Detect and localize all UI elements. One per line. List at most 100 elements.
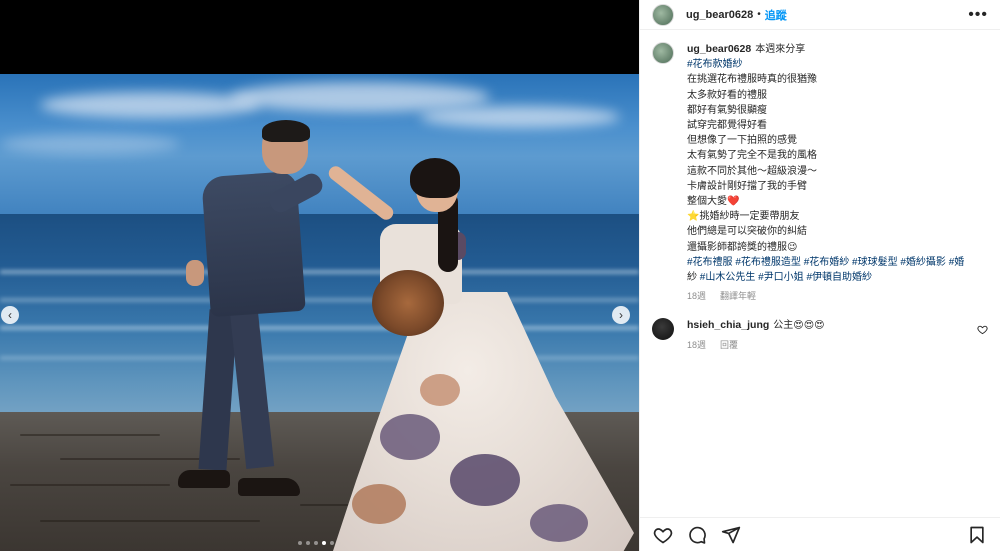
post-sidebar: ug_bear0628 • 追蹤 ••• ug_bear0628 本週來分享 #花… xyxy=(639,0,1000,551)
caption-line: 整個大愛❤️ xyxy=(687,194,964,209)
caption-line: #花布款婚紗 xyxy=(687,57,964,72)
carousel-indicator xyxy=(298,541,334,545)
caption: ug_bear0628 本週來分享 #花布款婚紗在挑選花布禮服時真的很猶豫 太多款好… xyxy=(652,42,988,304)
caption-line: 試穿完都覺得好看 xyxy=(687,118,964,133)
post-photo xyxy=(0,74,639,551)
groom-shoe xyxy=(238,478,300,496)
hashtag-link[interactable]: #花布婚紗 xyxy=(804,257,850,268)
post-header: ug_bear0628 • 追蹤 ••• xyxy=(640,0,1000,30)
hashtag-link[interactable]: #尹口小姐 xyxy=(758,272,804,283)
hashtag-link[interactable]: #花布禮服 xyxy=(687,257,733,268)
author-username[interactable]: ug_bear0628 xyxy=(686,9,753,21)
cloud xyxy=(0,134,180,154)
caption-text: #花布款婚紗在挑選花布禮服時真的很猶豫 太多款好看的禮服都好有氣勢很顯瘦 試穿完都覺… xyxy=(687,57,964,285)
translate-button[interactable]: 翻譯年輕 xyxy=(720,289,756,304)
caption-text-span: 卡膚設計剛好擋了我的手臂 xyxy=(687,180,807,192)
carousel-dot xyxy=(322,541,326,545)
caption-line: 都好有氣勢很顯瘦 xyxy=(687,103,964,118)
avatar[interactable] xyxy=(652,3,674,26)
caption-text-span: 在挑選花布禮服時真的很猶豫 xyxy=(687,74,817,86)
avatar[interactable] xyxy=(652,42,674,64)
sand-ripple xyxy=(20,434,160,436)
sand-ripple xyxy=(10,484,170,486)
bride-hair xyxy=(410,158,460,198)
carousel-dot xyxy=(298,541,302,545)
wave xyxy=(0,298,639,302)
comment-text: 公主😍😍😍 xyxy=(773,320,825,332)
heart-icon[interactable] xyxy=(652,524,674,546)
caption-time: 18週 xyxy=(687,291,707,302)
comment-username[interactable]: hsieh_chia_jung xyxy=(687,319,769,331)
caption-username[interactable]: ug_bear0628 xyxy=(687,43,751,55)
caption-line: 太有氣勢了完全不是我的風格 xyxy=(687,148,964,163)
hashtag-link[interactable]: #花布禮服造型 xyxy=(735,257,801,268)
more-options-button[interactable]: ••• xyxy=(968,6,988,24)
comments-section: ug_bear0628 本週來分享 #花布款婚紗在挑選花布禮服時真的很猶豫 太多款好… xyxy=(640,42,1000,353)
caption-line: ⭐挑婚紗時一定要帶朋友 xyxy=(687,209,964,224)
hashtag-link[interactable]: #山木公先生 xyxy=(700,272,756,283)
carousel-dot xyxy=(330,541,334,545)
caption-text-span: 他們總是可以突破你的糾結 xyxy=(687,226,807,238)
caption-text-span: 太有氣勢了完全不是我的風格 xyxy=(687,150,817,162)
dress-flower xyxy=(420,374,460,406)
caption-text-span: 試穿完都覺得好看 xyxy=(687,120,767,132)
caption-intro: 本週來分享 xyxy=(755,44,806,55)
groom-hair xyxy=(262,120,310,142)
carousel-prev-button[interactable]: ‹ xyxy=(1,306,19,324)
caption-line: 他們總是可以突破你的糾結 xyxy=(687,224,964,239)
reply-button[interactable]: 回覆 xyxy=(720,338,738,353)
avatar[interactable] xyxy=(652,318,674,341)
comment-like-icon[interactable] xyxy=(977,324,988,335)
caption-text-span: 紗 xyxy=(687,272,700,284)
hashtag-link[interactable]: #伊頓自助婚紗 xyxy=(806,272,872,283)
dress-flower xyxy=(450,454,520,506)
caption-meta: 18週 翻譯年輕 xyxy=(687,289,964,304)
carousel-dot xyxy=(306,541,310,545)
cloud xyxy=(420,106,620,128)
cloud xyxy=(230,82,490,112)
comment-time: 18週 xyxy=(687,339,707,350)
caption-text-span: 這款不同於其他～超級浪漫～ xyxy=(687,165,817,177)
caption-text-span: 但想像了一下拍照的感覺 xyxy=(687,135,797,147)
dress-flower xyxy=(380,414,440,460)
caption-line: 紗 #山木公先生 #尹口小姐 #伊頓自助婚紗 xyxy=(687,270,964,285)
wave xyxy=(0,270,639,274)
bookmark-icon[interactable] xyxy=(966,524,988,546)
media-viewer: ‹ › xyxy=(0,0,639,551)
hashtag-link[interactable]: #婚 xyxy=(949,257,965,268)
sand-ripple xyxy=(40,520,260,522)
dress-flower xyxy=(530,504,588,542)
groom-hand xyxy=(186,260,204,286)
caption-text-span: 太多款好看的禮服 xyxy=(687,89,767,101)
groom-shoe xyxy=(178,470,230,488)
caption-line: 太多款好看的禮服 xyxy=(687,88,964,103)
bouquet xyxy=(372,270,444,336)
carousel-next-button[interactable]: › xyxy=(612,306,630,324)
dress-flower xyxy=(352,484,406,524)
share-icon[interactable] xyxy=(720,524,742,546)
comment: hsieh_chia_jung 公主😍😍😍 18週 回覆 xyxy=(652,318,988,352)
caption-text-span: 整個大愛❤️ xyxy=(687,196,740,208)
hashtag-link[interactable]: #球球髮型 xyxy=(852,257,898,268)
caption-line: #花布禮服 #花布禮服造型 #花布婚紗 #球球髮型 #婚紗攝影 #婚 xyxy=(687,255,964,270)
follow-button[interactable]: 追蹤 xyxy=(765,7,787,23)
comment-meta: 18週 回覆 xyxy=(687,338,825,353)
caption-body: ug_bear0628 本週來分享 #花布款婚紗在挑選花布禮服時真的很猶豫 太多款好… xyxy=(687,42,964,304)
post-container: ‹ › ug_bear0628 • 追蹤 ••• ug_bear0628 本週來分… xyxy=(0,0,1000,551)
comment-icon[interactable] xyxy=(686,524,708,546)
caption-text-span: 還攝影師都誇獎的禮服😉 xyxy=(687,241,798,253)
hashtag-link[interactable]: #花布款婚紗 xyxy=(687,59,743,70)
carousel-dot xyxy=(314,541,318,545)
caption-line: 卡膚設計剛好擋了我的手臂 xyxy=(687,179,964,194)
caption-line: 在挑選花布禮服時真的很猶豫 xyxy=(687,72,964,87)
cloud xyxy=(40,92,260,118)
separator-dot: • xyxy=(757,9,761,20)
comment-body: hsieh_chia_jung 公主😍😍😍 18週 回覆 xyxy=(687,318,825,352)
caption-line: 但想像了一下拍照的感覺 xyxy=(687,133,964,148)
hashtag-link[interactable]: #婚紗攝影 xyxy=(900,257,946,268)
action-bar xyxy=(640,517,1000,551)
caption-line: 這款不同於其他～超級浪漫～ xyxy=(687,164,964,179)
caption-line: 還攝影師都誇獎的禮服😉 xyxy=(687,240,964,255)
caption-text-span: ⭐挑婚紗時一定要帶朋友 xyxy=(687,211,800,223)
wave xyxy=(0,356,639,360)
